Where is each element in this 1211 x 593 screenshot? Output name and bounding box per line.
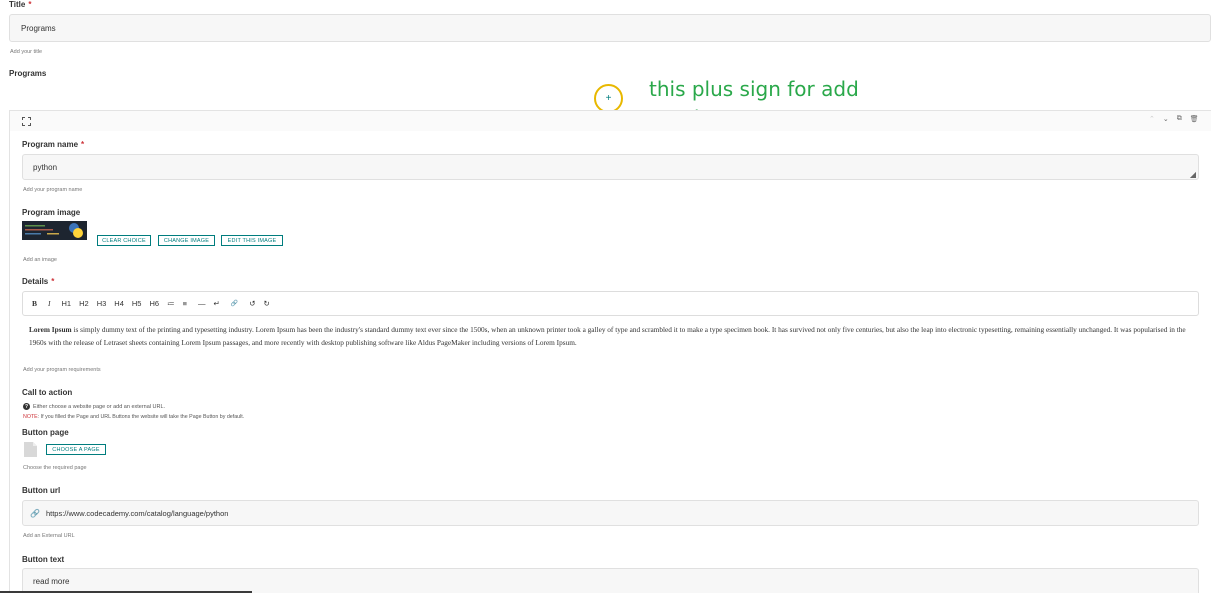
block-select-icon[interactable] xyxy=(22,117,31,126)
duplicate-icon[interactable]: ⧉ xyxy=(1177,115,1182,123)
link-icon[interactable]: 🔗 xyxy=(231,300,238,307)
details-label: Details * xyxy=(22,277,55,286)
program-name-input[interactable]: python ◢ xyxy=(22,154,1199,180)
program-name-label: Program name * xyxy=(22,140,85,149)
help-circle-icon: ? xyxy=(23,403,30,410)
python-logo-icon xyxy=(22,221,87,240)
program-block-header xyxy=(10,111,1211,131)
bulleted-list-icon[interactable]: ≡ xyxy=(183,299,187,308)
block-actions: ⌃ ⌄ ⧉ 🗑 xyxy=(1149,115,1199,123)
change-image-button[interactable]: CHANGE IMAGE xyxy=(158,235,215,246)
trash-icon[interactable]: 🗑 xyxy=(1190,115,1199,123)
annotation-line-1: this plus sign for add xyxy=(649,77,859,101)
redo-icon[interactable]: ↻ xyxy=(264,299,270,308)
clear-choice-button[interactable]: CLEAR CHOICE xyxy=(97,235,151,246)
call-to-action-label: Call to action xyxy=(22,388,73,397)
button-page-help: Choose the required page xyxy=(23,465,87,471)
plus-icon: + xyxy=(605,92,612,104)
title-help-text: Add your title xyxy=(10,49,43,55)
choose-page-button[interactable]: CHOOSE A PAGE xyxy=(46,444,106,455)
h6-button[interactable]: H6 xyxy=(149,299,159,308)
button-text-label: Button text xyxy=(22,555,65,564)
document-icon xyxy=(24,442,37,462)
chevron-down-icon[interactable]: ⌄ xyxy=(1163,115,1169,123)
edit-image-button[interactable]: EDIT THIS IMAGE xyxy=(221,235,283,246)
cta-info: ? Either choose a website page or add an… xyxy=(23,403,166,410)
line-break-icon[interactable]: ↵ xyxy=(213,299,219,308)
rich-text-toolbar: B I H1 H2 H3 H4 H5 H6 ≔ ≡ — ↵ 🔗 ↺ ↻ xyxy=(22,291,1199,316)
program-name-value: python xyxy=(33,162,58,172)
title-input[interactable]: Programs xyxy=(9,14,1211,42)
program-image-thumbnail[interactable] xyxy=(22,221,87,240)
button-url-input[interactable]: 🔗 https://www.codecademy.com/catalog/lan… xyxy=(22,500,1199,526)
horizontal-rule-icon[interactable]: — xyxy=(198,299,206,308)
details-bold-lead: Lorem Ipsum xyxy=(29,325,72,334)
italic-button[interactable]: I xyxy=(48,299,51,308)
add-program-plus-button[interactable]: + xyxy=(594,84,623,113)
h5-button[interactable]: H5 xyxy=(132,299,142,308)
h4-button[interactable]: H4 xyxy=(114,299,124,308)
undo-icon[interactable]: ↺ xyxy=(249,299,255,308)
button-text-input[interactable]: read more xyxy=(22,568,1199,593)
ordered-list-icon[interactable]: ≔ xyxy=(167,299,175,308)
program-image-help: Add an image xyxy=(23,257,57,263)
button-url-label: Button url xyxy=(22,486,61,495)
program-image-label: Program image xyxy=(22,208,81,217)
details-editor[interactable]: Lorem Ipsum is simply dummy text of the … xyxy=(29,324,1189,349)
details-help: Add your program requirements xyxy=(23,367,101,373)
link-icon: 🔗 xyxy=(30,508,40,518)
cta-note: NOTE: If you filled the Page and URL But… xyxy=(23,414,245,420)
h2-button[interactable]: H2 xyxy=(79,299,89,308)
title-label: Title * xyxy=(9,0,32,9)
button-page-label: Button page xyxy=(22,428,69,437)
bold-button[interactable]: B xyxy=(32,299,37,308)
resize-handle-icon[interactable]: ◢ xyxy=(1190,170,1196,179)
button-url-value: https://www.codecademy.com/catalog/langu… xyxy=(45,508,229,518)
h1-button[interactable]: H1 xyxy=(62,299,72,308)
programs-label: Programs xyxy=(9,69,47,78)
details-body: is simply dummy text of the printing and… xyxy=(29,325,1186,347)
program-name-help: Add your program name xyxy=(23,187,83,193)
button-url-help: Add an External URL xyxy=(23,533,75,539)
title-input-value: Programs xyxy=(21,23,56,33)
button-text-value: read more xyxy=(33,576,70,586)
chevron-up-icon[interactable]: ⌃ xyxy=(1149,115,1155,123)
h3-button[interactable]: H3 xyxy=(97,299,107,308)
